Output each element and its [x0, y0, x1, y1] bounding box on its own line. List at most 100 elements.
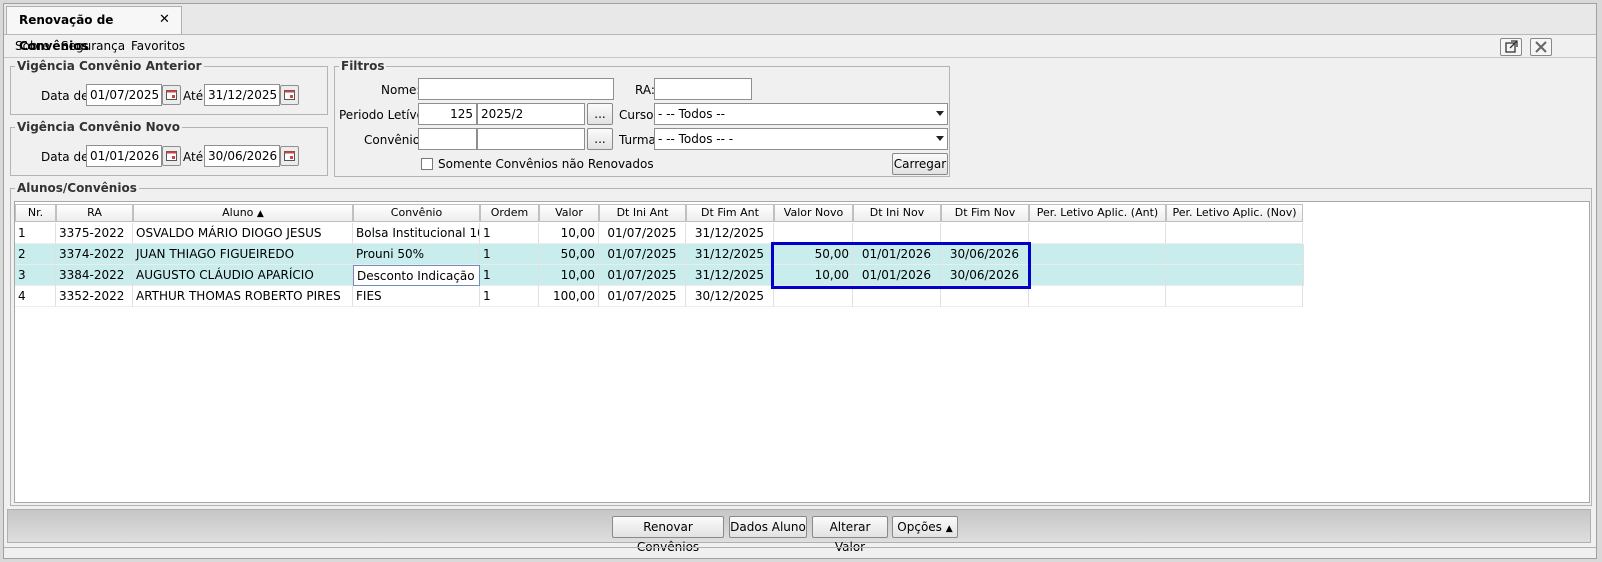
novo-ate-input[interactable]: 30/06/2026	[204, 145, 280, 167]
nome-label: Nome:	[381, 83, 421, 97]
renovar-convenios-button[interactable]: Renovar Convênios	[612, 516, 724, 554]
sort-asc-icon: ▲	[256, 209, 264, 219]
carregar-button[interactable]: Carregar	[892, 153, 948, 175]
col-convenio[interactable]: Convênio	[353, 204, 480, 222]
data-de-label: Data de:	[41, 89, 93, 103]
cell-dt-fim-nov[interactable]: 30/06/2026	[941, 265, 1029, 286]
opcoes-label: Opções	[897, 520, 942, 534]
col-valor[interactable]: Valor	[539, 204, 599, 222]
menu-sobre[interactable]: Sobre	[15, 39, 50, 53]
somente-nao-renovados-label: Somente Convênios não Renovados	[438, 157, 654, 171]
table-row[interactable]: 3 3384-2022 AUGUSTO CLÁUDIO APARÍCIO Des…	[15, 265, 1304, 286]
cell-valor-novo[interactable]	[774, 223, 853, 244]
nome-input[interactable]	[418, 78, 614, 100]
table-row[interactable]: 4 3352-2022 ARTHUR THOMAS ROBERTO PIRES …	[15, 286, 1304, 307]
dados-aluno-button[interactable]: Dados Aluno	[729, 516, 807, 538]
cell-ordem: 1	[480, 286, 539, 307]
calendar-icon[interactable]	[162, 85, 181, 105]
cell-dt-ini-nov[interactable]: 01/01/2026	[853, 244, 941, 265]
periodo-code-input[interactable]: 125	[418, 103, 477, 125]
cell-dt-fim-nov[interactable]	[941, 286, 1029, 307]
cell-convenio-focused[interactable]: Desconto Indicação	[353, 265, 480, 286]
cell-aluno: ARTHUR THOMAS ROBERTO PIRES	[133, 286, 353, 307]
novo-data-de-input[interactable]: 01/01/2026	[86, 145, 162, 167]
cell-dt-fim-ant: 30/12/2025	[686, 286, 774, 307]
close-tab-icon[interactable]: ✕	[159, 7, 170, 33]
menu-seguranca[interactable]: Segurança	[61, 39, 125, 53]
chevron-up-icon: ▲	[945, 524, 953, 534]
cell-per-letivo-nov	[1166, 265, 1303, 286]
periodo-value-input[interactable]: 2025/2	[477, 103, 585, 125]
chevron-down-icon	[936, 111, 944, 116]
vigencia-anterior-legend: Vigência Convênio Anterior	[15, 59, 204, 73]
convenio-lookup-button[interactable]: ...	[587, 128, 613, 150]
col-per-letivo-ant[interactable]: Per. Letivo Aplic. (Ant)	[1029, 204, 1166, 222]
opcoes-button[interactable]: Opções ▲	[892, 516, 958, 538]
calendar-icon[interactable]	[280, 85, 299, 105]
cell-ra: 3352-2022	[56, 286, 133, 307]
col-ra[interactable]: RA	[56, 204, 133, 222]
periodo-label: Periodo Letívo:	[339, 108, 428, 122]
cell-per-letivo-nov	[1166, 223, 1303, 244]
ra-input[interactable]	[654, 78, 752, 100]
col-nr[interactable]: Nr.	[15, 204, 56, 222]
close-window-icon[interactable]	[1530, 38, 1552, 56]
cell-ordem: 1	[480, 244, 539, 265]
ant-ate-input[interactable]: 31/12/2025	[204, 84, 280, 106]
col-dt-fim-ant[interactable]: Dt Fim Ant	[686, 204, 774, 222]
cell-valor-novo[interactable]: 50,00	[774, 244, 853, 265]
vigencia-anterior-group: Vigência Convênio Anterior Data de: 01/0…	[10, 59, 328, 115]
cell-ra: 3384-2022	[56, 265, 133, 286]
cell-dt-ini-ant: 01/07/2025	[599, 265, 686, 286]
ant-data-de-input[interactable]: 01/07/2025	[86, 84, 162, 106]
cell-valor-novo[interactable]: 10,00	[774, 265, 853, 286]
cell-dt-ini-nov[interactable]	[853, 286, 941, 307]
col-dt-fim-nov[interactable]: Dt Fim Nov	[941, 204, 1029, 222]
alunos-grid[interactable]: Nr. RA Aluno ▲ Convênio Ordem Valor Dt I…	[14, 201, 1590, 503]
convenio-value-input[interactable]	[477, 128, 585, 150]
cell-dt-ini-nov[interactable]: 01/01/2026	[853, 265, 941, 286]
cell-ordem: 1	[480, 223, 539, 244]
table-row[interactable]: 1 3375-2022 OSVALDO MÁRIO DIOGO JESUS Bo…	[15, 223, 1304, 244]
col-dt-ini-ant[interactable]: Dt Ini Ant	[599, 204, 686, 222]
cell-per-letivo-nov	[1166, 286, 1303, 307]
cell-dt-fim-nov[interactable]: 30/06/2026	[941, 244, 1029, 265]
cell-ra: 3374-2022	[56, 244, 133, 265]
detach-window-icon[interactable]	[1500, 38, 1522, 56]
alterar-valor-button[interactable]: Alterar Valor	[812, 516, 888, 554]
cell-dt-ini-ant: 01/07/2025	[599, 244, 686, 265]
col-per-letivo-nov[interactable]: Per. Letivo Aplic. (Nov)	[1166, 204, 1303, 222]
cell-per-letivo-ant	[1029, 286, 1166, 307]
renovacao-window: Renovação de Convênios ✕ Sobre Segurança…	[3, 3, 1597, 559]
tab-renovacao[interactable]: Renovação de Convênios ✕	[6, 6, 182, 53]
cell-valor-novo[interactable]	[774, 286, 853, 307]
cell-nr: 4	[15, 286, 56, 307]
cell-nr: 2	[15, 244, 56, 265]
calendar-icon[interactable]	[162, 146, 181, 166]
filtros-legend: Filtros	[339, 59, 387, 73]
col-dt-ini-nov[interactable]: Dt Ini Nov	[853, 204, 941, 222]
alunos-convenios-legend: Alunos/Convênios	[15, 181, 139, 195]
cell-dt-fim-nov[interactable]	[941, 223, 1029, 244]
cell-convenio: Bolsa Institucional 10%	[353, 223, 480, 244]
cell-dt-ini-nov[interactable]	[853, 223, 941, 244]
curso-label: Curso:	[619, 108, 658, 122]
somente-nao-renovados-checkbox[interactable]	[421, 158, 433, 170]
cell-per-letivo-ant	[1029, 223, 1166, 244]
calendar-icon[interactable]	[280, 146, 299, 166]
cell-aluno: JUAN THIAGO FIGUEIREDO	[133, 244, 353, 265]
col-ordem[interactable]: Ordem	[480, 204, 539, 222]
convenio-code-input[interactable]	[418, 128, 477, 150]
vigencia-novo-legend: Vigência Convênio Novo	[15, 120, 182, 134]
periodo-lookup-button[interactable]: ...	[587, 103, 613, 125]
col-aluno[interactable]: Aluno ▲	[133, 204, 353, 222]
menu-favoritos[interactable]: Favoritos	[131, 39, 185, 53]
col-valor-novo[interactable]: Valor Novo	[774, 204, 853, 222]
cell-dt-fim-ant: 31/12/2025	[686, 223, 774, 244]
table-row[interactable]: 2 3374-2022 JUAN THIAGO FIGUEIREDO Proun…	[15, 244, 1304, 265]
data-de-label: Data de:	[41, 150, 93, 164]
cell-per-letivo-ant	[1029, 265, 1166, 286]
turma-select[interactable]: - -- Todos -- -	[654, 128, 948, 150]
cell-valor: 100,00	[539, 286, 599, 307]
curso-select[interactable]: - -- Todos --	[654, 103, 948, 125]
